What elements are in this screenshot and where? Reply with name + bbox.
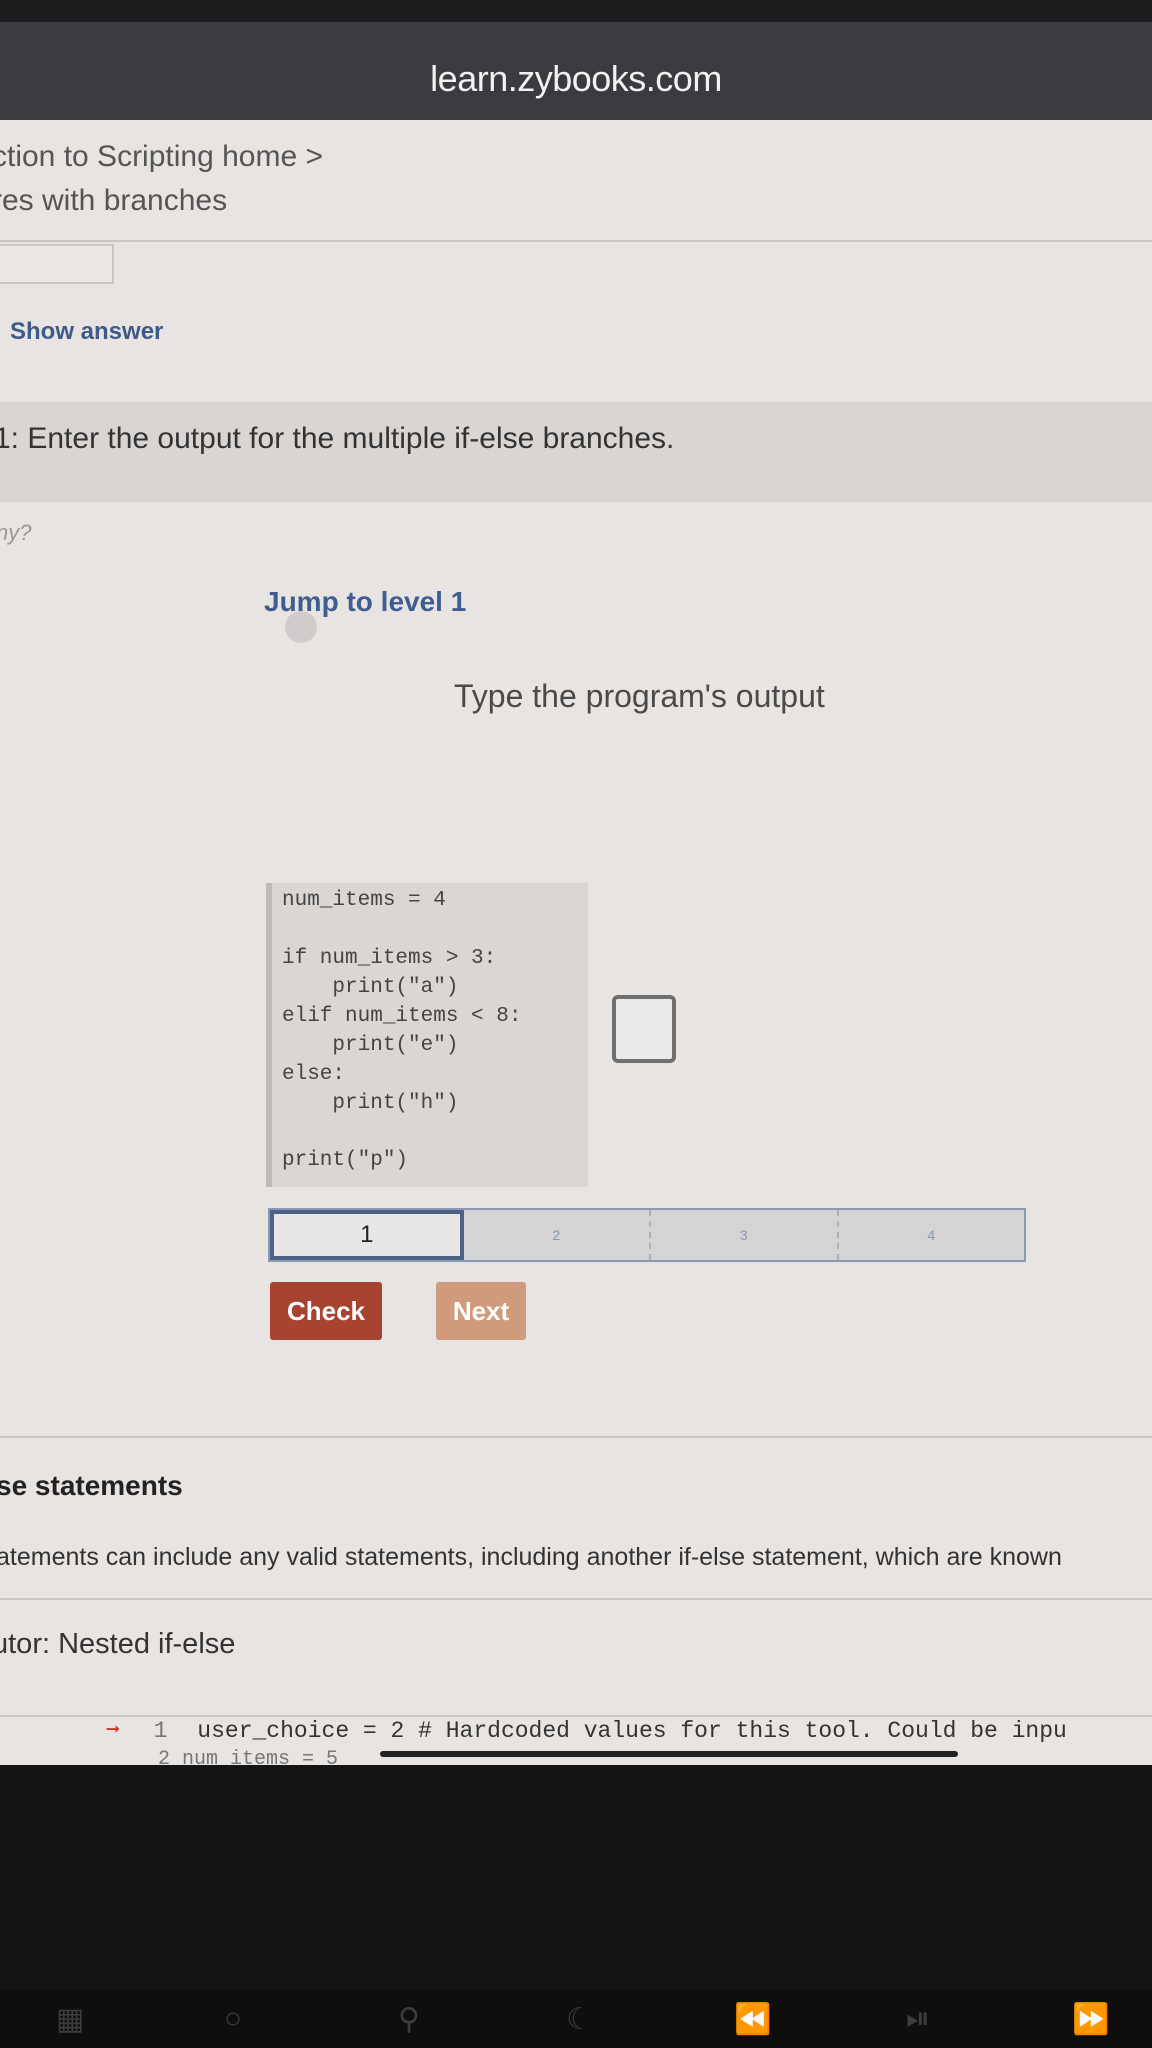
instruction-text: Type the program's output: [454, 678, 825, 714]
section-paragraph: atements can include any valid statement…: [0, 1543, 1062, 1571]
activity-title: 1: Enter the output for the multiple if-…: [0, 422, 675, 455]
code-line: if num_items > 3:: [282, 947, 497, 970]
level-3[interactable]: 3: [651, 1210, 839, 1260]
browser-url-bar[interactable]: learn.zybooks.com: [0, 22, 1152, 120]
pin-icon[interactable]: ⚲: [398, 2002, 420, 2037]
code-line: print("a"): [282, 976, 459, 999]
level-1[interactable]: 1: [270, 1210, 464, 1260]
output-answer-input[interactable]: [612, 995, 676, 1063]
next-button[interactable]: Next: [436, 1282, 526, 1340]
circle-icon[interactable]: ○: [224, 2002, 242, 2036]
divider: [0, 1598, 1152, 1600]
code-text: user_choice = 2 # Hardcoded values for t…: [197, 1718, 1067, 1744]
moon-icon[interactable]: ☾: [566, 2002, 593, 2037]
grid-icon[interactable]: ▦: [56, 2002, 84, 2037]
code-block: num_items = 4 if num_items > 3: print("a…: [266, 883, 588, 1187]
code-line: print("h"): [282, 1092, 459, 1115]
divider: [0, 1436, 1152, 1438]
fast-forward-icon[interactable]: ⏩: [1072, 2002, 1109, 2037]
jump-to-level-link[interactable]: Jump to level 1: [264, 586, 466, 618]
check-button[interactable]: Check: [270, 1282, 382, 1340]
bottom-navigation-bar: ▦ ○ ⚲ ☾ ⏪ ⏯ ⏩: [0, 1990, 1152, 2048]
code-line: elif num_items < 8:: [282, 1005, 522, 1028]
play-pause-icon[interactable]: ⏯: [906, 2002, 930, 2036]
page-content: ction to Scripting home > res with branc…: [0, 120, 1152, 1765]
show-answer-button[interactable]: Show answer: [10, 318, 163, 346]
code-line: print("p"): [282, 1149, 409, 1172]
breadcrumb-section: res with branches: [0, 184, 228, 217]
url-text[interactable]: learn.zybooks.com: [0, 58, 1152, 100]
level-2[interactable]: 2: [464, 1210, 651, 1260]
line-number: 1: [153, 1718, 168, 1744]
question-icon[interactable]: ny?: [0, 520, 31, 546]
tool-title: utor: Nested if-else: [0, 1628, 236, 1660]
code-editor-line-1: ➞ 1 user_choice = 2 # Hardcoded values f…: [106, 1717, 1067, 1744]
code-line: print("e"): [282, 1034, 459, 1057]
status-bar: [0, 0, 1152, 22]
answer-field[interactable]: [0, 244, 114, 284]
breadcrumb: ction to Scripting home > res with branc…: [0, 140, 323, 218]
code-line: num_items = 4: [282, 889, 446, 912]
level-progress-bar: 1 2 3 4: [268, 1208, 1026, 1262]
code-line: else:: [282, 1063, 346, 1086]
code-editor-line-2: 2 num_items = 5: [158, 1748, 339, 1764]
breadcrumb-home-link[interactable]: ction to Scripting home >: [0, 140, 323, 184]
arrow-right-icon: ➞: [106, 1718, 120, 1744]
progress-underline: [380, 1751, 958, 1757]
section-heading: se statements: [0, 1470, 183, 1501]
level-4[interactable]: 4: [839, 1210, 1025, 1260]
divider: [0, 240, 1152, 242]
rewind-icon[interactable]: ⏪: [734, 2002, 771, 2037]
